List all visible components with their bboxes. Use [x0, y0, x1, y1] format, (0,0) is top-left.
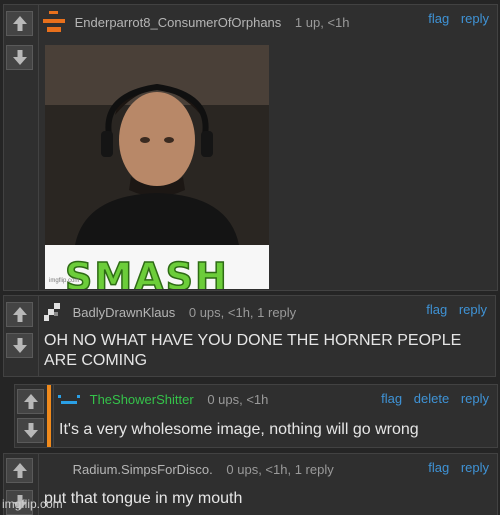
comment-2: BadlyDrawnKlaus 0 ups, <1h, 1 reply flag…: [3, 295, 496, 377]
meme-image[interactable]: SMASH imgflip.com: [45, 45, 269, 289]
comment-actions: flag reply: [420, 11, 489, 26]
upvote-button[interactable]: [6, 11, 33, 36]
reply-link[interactable]: reply: [459, 302, 487, 317]
imgflip-watermark: imgflip.com: [2, 497, 63, 511]
avatar[interactable]: [43, 460, 63, 478]
comment-header: Radium.SimpsForDisco. 0 ups, <1h, 1 repl…: [43, 460, 489, 478]
reply-link[interactable]: reply: [461, 11, 489, 26]
comment-3: TheShowerShitter 0 ups, <1h flag delete …: [14, 384, 498, 448]
comment-meta: 1 up, <1h: [294, 14, 350, 30]
comment-actions: flag reply: [418, 302, 487, 317]
meme-photo: [45, 45, 269, 245]
downvote-button[interactable]: [6, 45, 33, 70]
comment-body: BadlyDrawnKlaus 0 ups, <1h, 1 reply flag…: [38, 296, 495, 376]
downvote-button[interactable]: [17, 418, 44, 443]
comment-4: Radium.SimpsForDisco. 0 ups, <1h, 1 repl…: [3, 453, 498, 515]
comment-header: Enderparrot8_ConsumerOfOrphans 1 up, <1h…: [43, 11, 489, 32]
up-arrow-icon: [12, 307, 27, 322]
downvote-button[interactable]: [6, 333, 33, 358]
flag-link[interactable]: flag: [426, 302, 447, 317]
comment-text: It's a very wholesome image, nothing wil…: [59, 421, 419, 438]
flag-link[interactable]: flag: [381, 391, 402, 406]
avatar[interactable]: [58, 393, 80, 407]
reply-accent-bar: [47, 385, 51, 447]
upvote-button[interactable]: [6, 302, 33, 327]
comment-header: BadlyDrawnKlaus 0 ups, <1h, 1 reply flag…: [43, 302, 487, 322]
comment-text: OH NO WHAT HAVE YOU DONE THE HORNER PEOP…: [44, 332, 462, 369]
comment-header: TheShowerShitter 0 ups, <1h flag delete …: [58, 391, 489, 409]
image-watermark: imgflip.com: [49, 278, 80, 284]
delete-link[interactable]: delete: [414, 391, 449, 406]
comment-1: Enderparrot8_ConsumerOfOrphans 1 up, <1h…: [3, 4, 498, 291]
up-arrow-icon: [23, 394, 38, 409]
down-arrow-icon: [12, 338, 27, 353]
flag-link[interactable]: flag: [428, 460, 449, 475]
reply-link[interactable]: reply: [461, 391, 489, 406]
down-arrow-icon: [12, 50, 27, 65]
comment-meta: 0 ups, <1h: [207, 392, 269, 408]
up-arrow-icon: [12, 16, 27, 31]
upvote-button[interactable]: [17, 389, 44, 414]
down-arrow-icon: [23, 423, 38, 438]
flag-link[interactable]: flag: [428, 11, 449, 26]
username[interactable]: Enderparrot8_ConsumerOfOrphans: [75, 15, 282, 30]
comment-meta: 0 ups, <1h, 1 reply: [188, 304, 297, 320]
up-arrow-icon: [12, 463, 27, 478]
comment-body: Radium.SimpsForDisco. 0 ups, <1h, 1 repl…: [38, 454, 497, 515]
avatar[interactable]: [43, 302, 63, 322]
comment-actions: flag delete reply: [373, 391, 489, 406]
comment-body: TheShowerShitter 0 ups, <1h flag delete …: [53, 385, 497, 447]
comment-meta: 0 ups, <1h, 1 reply: [226, 461, 334, 477]
comment-actions: flag reply: [420, 460, 489, 475]
reply-link[interactable]: reply: [461, 460, 489, 475]
username[interactable]: BadlyDrawnKlaus: [73, 305, 176, 320]
comment-text: put that tongue in my mouth: [44, 490, 243, 507]
username[interactable]: TheShowerShitter: [90, 392, 194, 407]
upvote-button[interactable]: [6, 458, 33, 483]
avatar[interactable]: [43, 11, 65, 33]
meme-caption: SMASH: [64, 254, 229, 289]
username[interactable]: Radium.SimpsForDisco.: [73, 462, 213, 477]
